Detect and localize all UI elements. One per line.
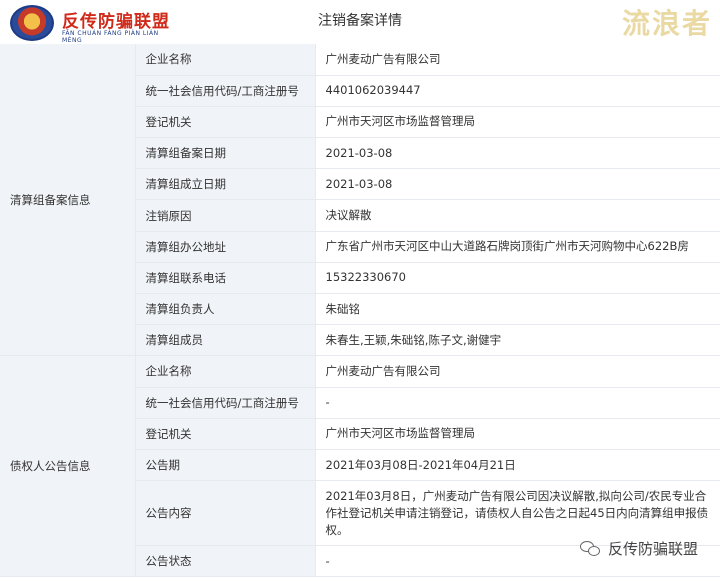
row-label: 登记机关 bbox=[135, 106, 316, 139]
row-value: 15322330670 bbox=[315, 262, 720, 295]
row-value: 广州市天河区市场监督管理局 bbox=[315, 106, 720, 139]
row-label: 统一社会信用代码/工商注册号 bbox=[135, 387, 316, 419]
row-label: 公告期 bbox=[135, 449, 316, 482]
row-value: 4401062039447 bbox=[315, 75, 720, 107]
row-value: 朱春生,王颖,朱础铭,陈子文,谢健宇 bbox=[315, 324, 720, 357]
row-label: 统一社会信用代码/工商注册号 bbox=[135, 75, 316, 107]
row-label: 清算组备案日期 bbox=[135, 137, 316, 170]
row-value: 广东省广州市天河区中山大道路石牌岗顶街广州市天河购物中心622B房 bbox=[315, 231, 720, 263]
row-label: 企业名称 bbox=[135, 44, 316, 76]
row-label: 公告状态 bbox=[135, 545, 316, 578]
page-header: 反传防骗联盟 FĂN CHUÁN FÁNG PIÀN LIÁN MÉNG 注销备… bbox=[0, 0, 720, 44]
row-value: 2021-03-08 bbox=[315, 137, 720, 170]
row-label: 清算组负责人 bbox=[135, 293, 316, 326]
section-title-creditor-notice: 债权人公告信息 bbox=[0, 355, 136, 578]
watermark: 流浪者 bbox=[621, 7, 712, 40]
logo-subtitle: FĂN CHUÁN FÁNG PIÀN LIÁN MÉNG bbox=[62, 30, 159, 44]
wechat-icon bbox=[579, 540, 602, 558]
source-brand: 反传防骗联盟 bbox=[607, 540, 698, 558]
row-value: - bbox=[315, 387, 720, 419]
row-label: 注销原因 bbox=[135, 199, 316, 232]
row-label: 清算组成员 bbox=[135, 324, 316, 357]
row-value: 朱础铭 bbox=[315, 293, 720, 326]
row-label: 登记机关 bbox=[135, 418, 316, 450]
row-value: 2021年03月8日，广州麦动广告有限公司因决议解散,拟向公司/农民专业合作社登… bbox=[315, 480, 720, 547]
section-title-liquidation: 清算组备案信息 bbox=[0, 44, 136, 357]
row-value: 2021-03-08 bbox=[315, 168, 720, 201]
row-value: 广州麦动广告有限公司 bbox=[315, 355, 720, 388]
row-label: 清算组办公地址 bbox=[135, 231, 316, 263]
row-value: 广州市天河区市场监督管理局 bbox=[315, 418, 720, 450]
detail-table: 清算组备案信息 企业名称 广州麦动广告有限公司 统一社会信用代码/工商注册号 4… bbox=[0, 44, 720, 578]
row-label: 清算组联系电话 bbox=[135, 262, 316, 295]
row-value: 2021年03月08日-2021年04月21日 bbox=[315, 449, 720, 482]
row-value: 广州麦动广告有限公司 bbox=[315, 44, 720, 76]
row-label: 清算组成立日期 bbox=[135, 168, 316, 201]
row-value: 决议解散 bbox=[315, 199, 720, 232]
row-label: 企业名称 bbox=[135, 355, 316, 388]
page-title: 注销备案详情 bbox=[318, 13, 402, 29]
wechat-source-mark: 反传防骗联盟 bbox=[579, 538, 698, 559]
row-label: 公告内容 bbox=[135, 480, 316, 547]
